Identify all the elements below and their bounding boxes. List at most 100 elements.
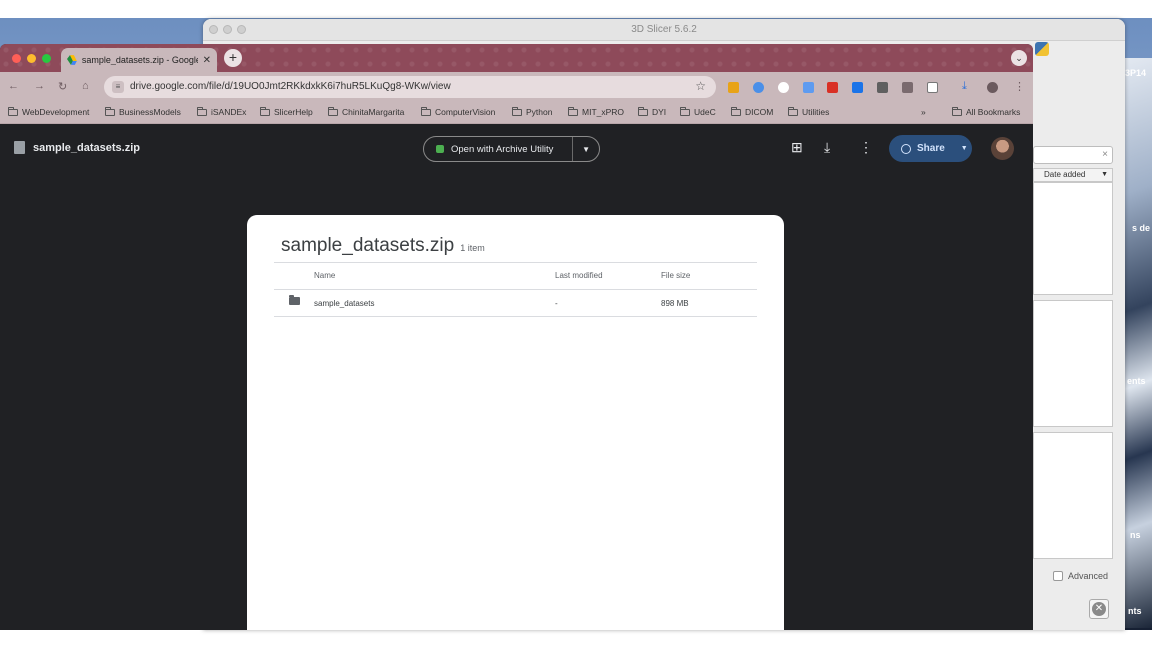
download-icon[interactable]: ⤓ [824, 139, 830, 156]
home-icon[interactable]: ⌂ [82, 80, 89, 92]
address-bar[interactable]: ≡ drive.google.com/file/d/19UO0Jmt2RKkdx… [104, 76, 716, 98]
extension-icon[interactable] [728, 82, 739, 93]
folder-icon [788, 106, 798, 116]
bookmark-label: All Bookmarks [966, 107, 1021, 117]
bookmark-folder[interactable]: DYI [638, 106, 667, 117]
bookmark-folder[interactable]: iSANDEx [197, 106, 247, 117]
tab-strip: sample_datasets.zip - Google ✕ + ⌄ [0, 44, 1033, 72]
profile-icon[interactable] [987, 82, 998, 93]
wallpaper-text: ents [1127, 376, 1146, 386]
folder-icon [8, 106, 18, 116]
bookmark-folder[interactable]: WebDevelopment [8, 106, 90, 117]
open-with-label: Open with Archive Utility [451, 143, 554, 155]
archive-contents-card: sample_datasets.zip 1 item Name Last mod… [247, 215, 784, 630]
share-button[interactable]: Share ▼ [889, 135, 972, 162]
bookmark-label: iSANDEx [211, 107, 247, 117]
bookmark-label: MIT_xPRO [582, 107, 625, 117]
close-window-button[interactable] [12, 54, 21, 63]
folder-icon [105, 106, 115, 116]
folder-icon [568, 106, 578, 116]
more-actions-icon[interactable]: ⋮ [859, 139, 873, 156]
bookmark-label: BusinessModels [119, 107, 181, 117]
bookmark-folder[interactable]: BusinessModels [105, 106, 181, 117]
bookmark-folder[interactable]: ChinitaMargarita [328, 106, 405, 117]
extension-icon[interactable] [753, 82, 764, 93]
bookmark-folder[interactable]: ComputerVision [421, 106, 495, 117]
window-controls[interactable] [12, 54, 51, 63]
divider [274, 262, 757, 263]
minimize-window-button[interactable] [27, 54, 36, 63]
extension-icon[interactable] [827, 82, 838, 93]
slicer-search-input[interactable]: × [1033, 146, 1113, 164]
bookmark-label: DYI [652, 107, 667, 117]
viewer-file-name: sample_datasets.zip [14, 141, 140, 154]
overflow-label: » [921, 107, 926, 117]
table-row-name[interactable]: sample_datasets [314, 299, 374, 308]
divider [274, 316, 757, 317]
bookmark-folder[interactable]: Python [512, 106, 553, 117]
bookmark-folder[interactable]: SlicerHelp [260, 106, 313, 117]
bookmark-label: WebDevelopment [22, 107, 90, 117]
more-menu-icon[interactable]: ⋮ [1014, 80, 1025, 93]
reload-icon[interactable]: ↻ [58, 80, 67, 93]
bookmark-folder[interactable]: UdeC [680, 106, 716, 117]
avatar[interactable] [991, 137, 1014, 160]
bookmark-label: ChinitaMargarita [342, 107, 405, 117]
download-icon[interactable]: ⤓ [962, 80, 967, 93]
slicer-list-panel[interactable] [1033, 182, 1113, 295]
bookmark-folder[interactable]: MIT_xPRO [568, 106, 625, 117]
chevron-down-icon: ▼ [1101, 171, 1108, 178]
bookmark-label: Python [526, 107, 553, 117]
extension-icon[interactable] [803, 82, 814, 93]
drive-file-viewer: sample_datasets.zip Open with Archive Ut… [0, 125, 1033, 630]
checkbox-icon[interactable] [1053, 571, 1063, 581]
close-icon: ✕ [1092, 602, 1106, 616]
slicer-window-controls[interactable] [209, 25, 246, 34]
tab-close-icon[interactable]: ✕ [203, 55, 211, 66]
maximize-window-button[interactable] [42, 54, 51, 63]
all-bookmarks-button[interactable]: All Bookmarks [952, 106, 1021, 117]
back-icon[interactable]: ← [8, 80, 19, 92]
advanced-checkbox[interactable]: Advanced [1053, 571, 1108, 581]
bookmark-star-icon[interactable]: ☆ [695, 79, 706, 93]
extension-icon[interactable] [852, 82, 863, 93]
file-icon [14, 141, 25, 154]
browser-tab[interactable]: sample_datasets.zip - Google ✕ [61, 48, 217, 72]
extension-icon[interactable] [902, 82, 913, 93]
forward-icon[interactable]: → [34, 80, 45, 92]
folder-icon [952, 106, 962, 116]
folder-icon [328, 106, 338, 116]
bookmark-folder[interactable]: DICOM [731, 106, 773, 117]
folder-icon [289, 295, 300, 305]
extension-icon[interactable] [778, 82, 789, 93]
site-info-icon[interactable]: ≡ [112, 81, 124, 93]
column-header-modified: Last modified [555, 271, 603, 280]
slicer-list-panel[interactable] [1033, 432, 1113, 559]
column-header-name: Name [314, 271, 336, 280]
bookmark-label: Utilities [802, 107, 830, 117]
folder-icon [512, 106, 522, 116]
new-tab-button[interactable]: + [224, 49, 242, 67]
open-with-button[interactable]: Open with Archive Utility ▼ [423, 136, 600, 162]
add-shortcut-icon[interactable]: ⊞ [791, 139, 803, 156]
chevron-down-icon[interactable]: ▼ [573, 145, 599, 154]
table-row-modified: - [555, 299, 558, 308]
slicer-list-panel[interactable] [1033, 300, 1113, 427]
extensions-puzzle-icon[interactable] [927, 82, 938, 93]
bookmark-folder[interactable]: Utilities [788, 106, 830, 117]
bookmarks-overflow-button[interactable]: » [921, 107, 926, 117]
slicer-sort-header[interactable]: Date added ▼ [1033, 168, 1113, 182]
wallpaper-text: 3P14 [1125, 68, 1147, 78]
python-icon[interactable] [1035, 42, 1049, 56]
clear-icon[interactable]: × [1102, 149, 1108, 160]
desktop: 3P14 s de ents ns nts 3D Slicer 5.6.2 × … [0, 0, 1152, 648]
open-with-main-button[interactable]: Open with Archive Utility [424, 137, 574, 161]
folder-icon [260, 106, 270, 116]
share-label: Share [917, 143, 945, 154]
globe-icon [901, 143, 911, 154]
bookmarks-bar: WebDevelopment BusinessModels iSANDEx Sl… [0, 102, 1033, 124]
folder-icon [680, 106, 690, 116]
slicer-close-button[interactable]: ✕ [1089, 599, 1109, 619]
tab-search-icon[interactable]: ⌄ [1011, 50, 1027, 66]
extension-icon[interactable] [877, 82, 888, 93]
